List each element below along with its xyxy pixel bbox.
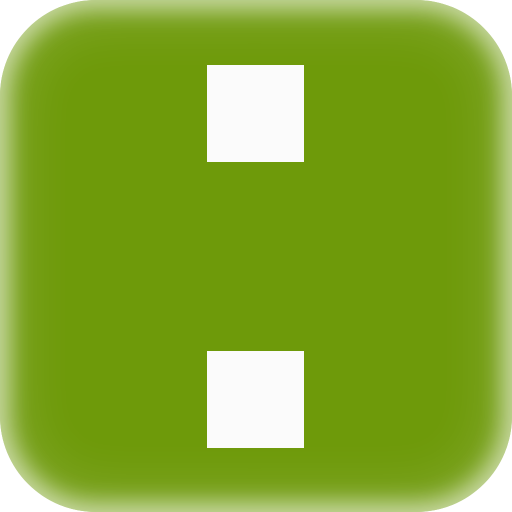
top-square-icon — [207, 65, 304, 162]
icon-canvas — [0, 0, 512, 512]
app-icon[interactable] — [0, 0, 512, 512]
bottom-square-icon — [207, 351, 304, 448]
